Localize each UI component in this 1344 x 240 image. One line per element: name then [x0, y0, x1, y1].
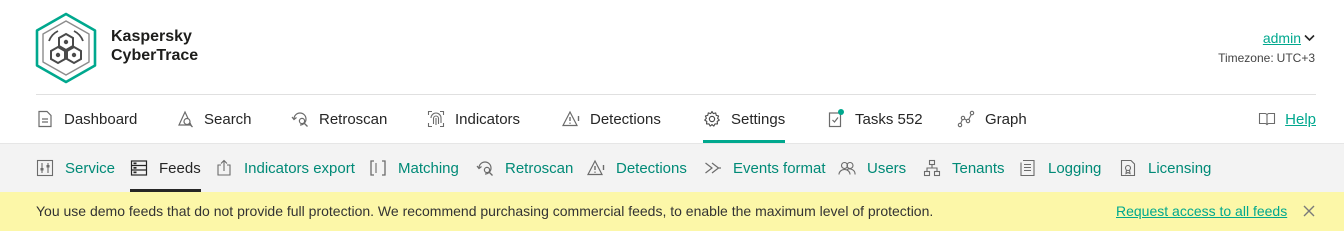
subnav-label: Users: [867, 159, 907, 177]
timezone-label: Timezone:: [1218, 51, 1274, 65]
document-icon: [38, 110, 52, 128]
subnav-service[interactable]: Service: [36, 144, 115, 192]
chevron-down-icon: [1304, 34, 1315, 42]
main-nav: Dashboard Search Retroscan Indicators De…: [36, 95, 1316, 143]
nav-label: Search: [204, 110, 252, 128]
feeds-icon: [130, 160, 148, 176]
subnav-label: Feeds: [159, 159, 201, 177]
request-access-link[interactable]: Request access to all feeds: [1116, 203, 1287, 219]
nav-label: Graph: [985, 110, 1027, 128]
user-menu-button[interactable]: admin: [1263, 30, 1315, 46]
timezone-display: Timezone: UTC+3: [1218, 51, 1315, 65]
user-box: admin Timezone: UTC+3: [1218, 30, 1315, 65]
subnav-logging[interactable]: Logging: [1019, 144, 1101, 192]
nav-graph[interactable]: Graph: [957, 95, 1027, 143]
nav-tasks[interactable]: Tasks 552: [827, 95, 923, 143]
subnav-label: Logging: [1048, 159, 1102, 177]
subnav-label: Service: [65, 159, 116, 177]
subnav-label: Licensing: [1148, 159, 1212, 177]
nav-label: Indicators: [455, 110, 521, 128]
users-icon: [838, 161, 856, 175]
nav-label: Dashboard: [64, 110, 138, 128]
subnav-feeds[interactable]: Feeds: [130, 144, 201, 192]
nav-label: Detections: [590, 110, 661, 128]
warning-icon: [587, 159, 605, 176]
warning-icon: [562, 110, 580, 127]
subnav-tenants[interactable]: Tenants: [923, 144, 1005, 192]
tenants-icon: [923, 159, 941, 177]
subnav-users[interactable]: Users: [838, 144, 906, 192]
nav-label: Retroscan: [319, 110, 388, 128]
settings-subnav: Service Feeds Indicators export Matching…: [0, 143, 1344, 192]
gear-icon: [704, 110, 720, 127]
book-icon: [1259, 112, 1276, 126]
kaspersky-logo-icon[interactable]: [34, 12, 98, 84]
brackets-icon: [370, 160, 386, 176]
subnav-label: Indicators export: [244, 159, 355, 177]
subnav-indicators-export[interactable]: Indicators export: [215, 144, 355, 192]
help-label[interactable]: Help: [1285, 111, 1316, 128]
close-icon[interactable]: [1302, 204, 1316, 218]
events-format-icon: [705, 162, 721, 174]
help-link[interactable]: Help: [1258, 95, 1316, 143]
subnav-licensing[interactable]: Licensing: [1119, 144, 1211, 192]
sliders-icon: [36, 159, 54, 177]
subnav-label: Tenants: [952, 159, 1005, 177]
license-icon: [1120, 159, 1136, 177]
subnav-retroscan[interactable]: Retroscan: [476, 144, 573, 192]
nav-search[interactable]: Search: [176, 95, 252, 143]
nav-indicators[interactable]: Indicators: [427, 95, 520, 143]
brand-line-2: CyberTrace: [111, 47, 199, 64]
product-name: Kaspersky CyberTrace: [111, 27, 198, 65]
app-header: Kaspersky CyberTrace admin Timezone: UTC+…: [0, 0, 1344, 95]
subnav-detections[interactable]: Detections: [587, 144, 687, 192]
nav-dashboard[interactable]: Dashboard: [36, 95, 137, 143]
subnav-label: Detections: [616, 159, 687, 177]
nav-settings[interactable]: Settings: [703, 95, 786, 143]
graph-icon: [957, 110, 975, 128]
fingerprint-icon: [427, 110, 445, 128]
log-icon: [1020, 159, 1035, 177]
subnav-events-format[interactable]: Events format: [704, 144, 826, 192]
nav-label: Tasks 552: [855, 110, 923, 128]
retroscan-icon: [476, 161, 493, 176]
banner-message: You use demo feeds that do not provide f…: [36, 203, 934, 219]
subnav-matching[interactable]: Matching: [369, 144, 459, 192]
subnav-label: Retroscan: [505, 159, 574, 177]
tasks-badge: [838, 109, 844, 115]
demo-feeds-banner: You use demo feeds that do not provide f…: [0, 192, 1344, 231]
timezone-value: UTC+3: [1276, 51, 1315, 65]
subnav-label: Matching: [398, 159, 459, 177]
export-icon: [217, 159, 231, 176]
subnav-label: Events format: [733, 159, 826, 177]
username[interactable]: admin: [1263, 30, 1301, 46]
retroscan-icon: [291, 112, 308, 127]
nav-retroscan[interactable]: Retroscan: [291, 95, 387, 143]
nav-detections[interactable]: Detections: [562, 95, 661, 143]
nav-label: Settings: [731, 110, 786, 128]
brand-line-1: Kaspersky: [111, 28, 192, 45]
search-icon: [178, 110, 193, 128]
